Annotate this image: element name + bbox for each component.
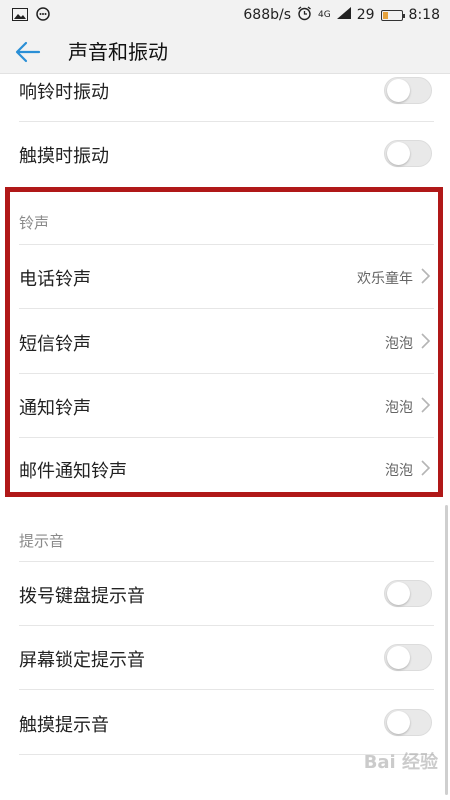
back-button[interactable] — [14, 38, 44, 66]
battery-level: 29 — [356, 7, 375, 23]
lock-tone-toggle[interactable] — [384, 644, 432, 671]
row-label: 短信铃声 — [19, 334, 91, 355]
setting-row-touch-vibrate[interactable]: 触摸时振动 — [0, 122, 450, 185]
row-label: 电话铃声 — [19, 269, 91, 290]
chevron-right-icon — [420, 396, 432, 414]
watermark-logo: Bai 经验 — [363, 752, 438, 773]
chevron-right-icon — [420, 332, 432, 350]
app-bar: 声音和振动 — [0, 30, 450, 74]
chevron-right-icon — [420, 267, 432, 285]
row-value: 欢乐童年 — [357, 271, 413, 287]
touch-tone-toggle[interactable] — [384, 709, 432, 736]
row-label: 触摸时振动 — [19, 146, 109, 167]
signal-icon — [336, 7, 351, 23]
chevron-right-icon — [420, 459, 432, 477]
setting-row-lock-tone[interactable]: 屏幕锁定提示音 — [0, 626, 450, 689]
setting-row-mail-ringtone[interactable]: 邮件通知铃声 泡泡 — [0, 438, 450, 496]
row-label: 拨号键盘提示音 — [19, 586, 145, 607]
alarm-icon — [297, 5, 312, 25]
row-value: 泡泡 — [385, 463, 413, 479]
section-header-tones: 提示音 — [19, 532, 65, 550]
battery-icon — [380, 9, 405, 21]
row-label: 屏幕锁定提示音 — [19, 650, 145, 671]
row-label: 邮件通知铃声 — [19, 461, 127, 482]
image-icon — [12, 7, 28, 25]
setting-row-dialpad-tone[interactable]: 拨号键盘提示音 — [0, 562, 450, 625]
setting-row-phone-ringtone[interactable]: 电话铃声 欢乐童年 — [0, 245, 450, 308]
dialpad-tone-toggle[interactable] — [384, 580, 432, 607]
row-value: 泡泡 — [385, 400, 413, 416]
setting-row-notification-ringtone[interactable]: 通知铃声 泡泡 — [0, 374, 450, 437]
ring-vibrate-toggle[interactable] — [384, 77, 432, 104]
status-bar: 688b/s 4G 29 8:18 — [0, 0, 450, 30]
row-label: 触摸提示音 — [19, 715, 109, 736]
section-header-ringtone: 铃声 — [19, 214, 50, 232]
row-value: 泡泡 — [385, 336, 413, 352]
scrollbar[interactable] — [445, 505, 448, 795]
page-title: 声音和振动 — [68, 40, 168, 64]
back-arrow-icon — [14, 41, 42, 70]
touch-vibrate-toggle[interactable] — [384, 140, 432, 167]
network-type: 4G — [318, 10, 331, 20]
setting-row-sms-ringtone[interactable]: 短信铃声 泡泡 — [0, 309, 450, 373]
setting-row-touch-tone[interactable]: 触摸提示音 — [0, 690, 450, 754]
row-label: 响铃时振动 — [19, 82, 109, 103]
clock: 8:18 — [408, 7, 440, 23]
network-speed: 688b/s — [243, 7, 292, 23]
message-icon — [36, 7, 50, 25]
setting-row-ring-vibrate[interactable]: 响铃时振动 — [0, 74, 450, 121]
row-label: 通知铃声 — [19, 398, 91, 419]
